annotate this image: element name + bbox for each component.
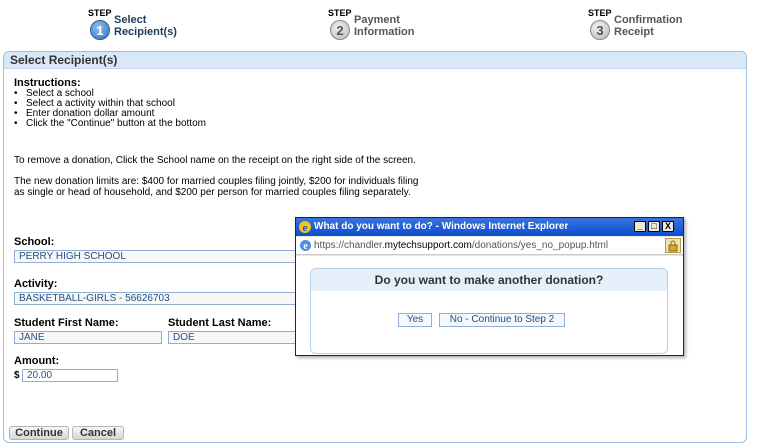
activity-select[interactable]: BASKETBALL-GIRLS - 56626703 [14, 292, 314, 305]
panel-title: Select Recipient(s) [4, 52, 746, 69]
step-progress: STEP 1 Select Recipient(s) STEP 2 Paymen… [0, 0, 767, 50]
url-domain: mytechsupport.com [384, 240, 472, 251]
step-3-label: Confirmation Receipt [614, 14, 682, 38]
step-3-label-line2: Receipt [614, 26, 654, 38]
amount-field[interactable]: 20.00 [22, 369, 118, 382]
no-continue-button[interactable]: No - Continue to Step 2 [439, 313, 565, 327]
amount-label: Amount: [14, 355, 60, 367]
instruction-item: Click the "Continue" button at the botto… [14, 119, 206, 129]
close-button[interactable]: X [662, 221, 674, 232]
step-1-word: STEP [88, 8, 112, 18]
step-2-label-line1: Payment [354, 14, 400, 26]
internet-explorer-icon: e [299, 221, 311, 234]
first-name-label: Student First Name: [14, 317, 119, 329]
step-2: STEP 2 Payment Information [328, 8, 448, 48]
donation-limits-line2: as single or head of household, and $200… [14, 187, 411, 198]
instructions-list: Select a school Select a activity within… [14, 89, 206, 129]
cancel-button[interactable]: Cancel [72, 426, 124, 440]
step-3: STEP 3 Confirmation Receipt [588, 8, 718, 48]
donation-limits-line1: The new donation limits are: $400 for ma… [14, 176, 419, 187]
step-number-active-icon: 1 [90, 20, 110, 40]
popup-question-panel: Do you want to make another donation? Ye… [310, 268, 668, 354]
activity-label: Activity: [14, 278, 58, 290]
step-2-label: Payment Information [354, 14, 415, 38]
yes-button[interactable]: Yes [398, 313, 432, 327]
remove-donation-note: To remove a donation, Click the School n… [14, 155, 416, 166]
step-2-label-line2: Information [354, 26, 415, 38]
last-name-field[interactable]: DOE [168, 331, 316, 344]
step-number-inactive-icon: 3 [590, 20, 610, 40]
minimize-button[interactable]: _ [634, 221, 646, 232]
currency-symbol: $ [14, 370, 20, 381]
donation-limits-note: The new donation limits are: $400 for ma… [14, 176, 418, 198]
lock-icon[interactable] [665, 238, 681, 253]
step-1-label: Select Recipient(s) [114, 14, 177, 38]
step-3-word: STEP [588, 8, 612, 18]
step-number-inactive-icon: 2 [330, 20, 350, 40]
popup-titlebar[interactable]: e What do you want to do? - Windows Inte… [296, 218, 683, 236]
continue-button[interactable]: Continue [9, 426, 69, 440]
popup-window: e What do you want to do? - Windows Inte… [295, 217, 684, 356]
step-1-label-line1: Select [114, 14, 147, 26]
popup-body: Do you want to make another donation? Ye… [296, 256, 683, 355]
school-select[interactable]: PERRY HIGH SCHOOL [14, 250, 314, 263]
first-name-field[interactable]: JANE [14, 331, 162, 344]
step-1: STEP 1 Select Recipient(s) [88, 8, 208, 48]
step-1-label-line2: Recipient(s) [114, 26, 177, 38]
svg-text:e: e [303, 241, 308, 252]
url-path: /donations/yes_no_popup.html [471, 240, 609, 251]
popup-question: Do you want to make another donation? [311, 269, 667, 291]
address-bar[interactable]: e https://chandler.mytechsupport.com/don… [296, 237, 683, 255]
maximize-button[interactable]: □ [648, 221, 660, 232]
svg-text:e: e [303, 222, 308, 234]
school-label: School: [14, 236, 55, 248]
step-3-label-line1: Confirmation [614, 14, 683, 26]
internet-explorer-icon: e [300, 240, 311, 252]
last-name-label: Student Last Name: [168, 317, 272, 329]
url-prefix: https://chandler. [314, 240, 385, 251]
step-2-word: STEP [328, 8, 352, 18]
popup-title: What do you want to do? - Windows Intern… [314, 221, 569, 232]
